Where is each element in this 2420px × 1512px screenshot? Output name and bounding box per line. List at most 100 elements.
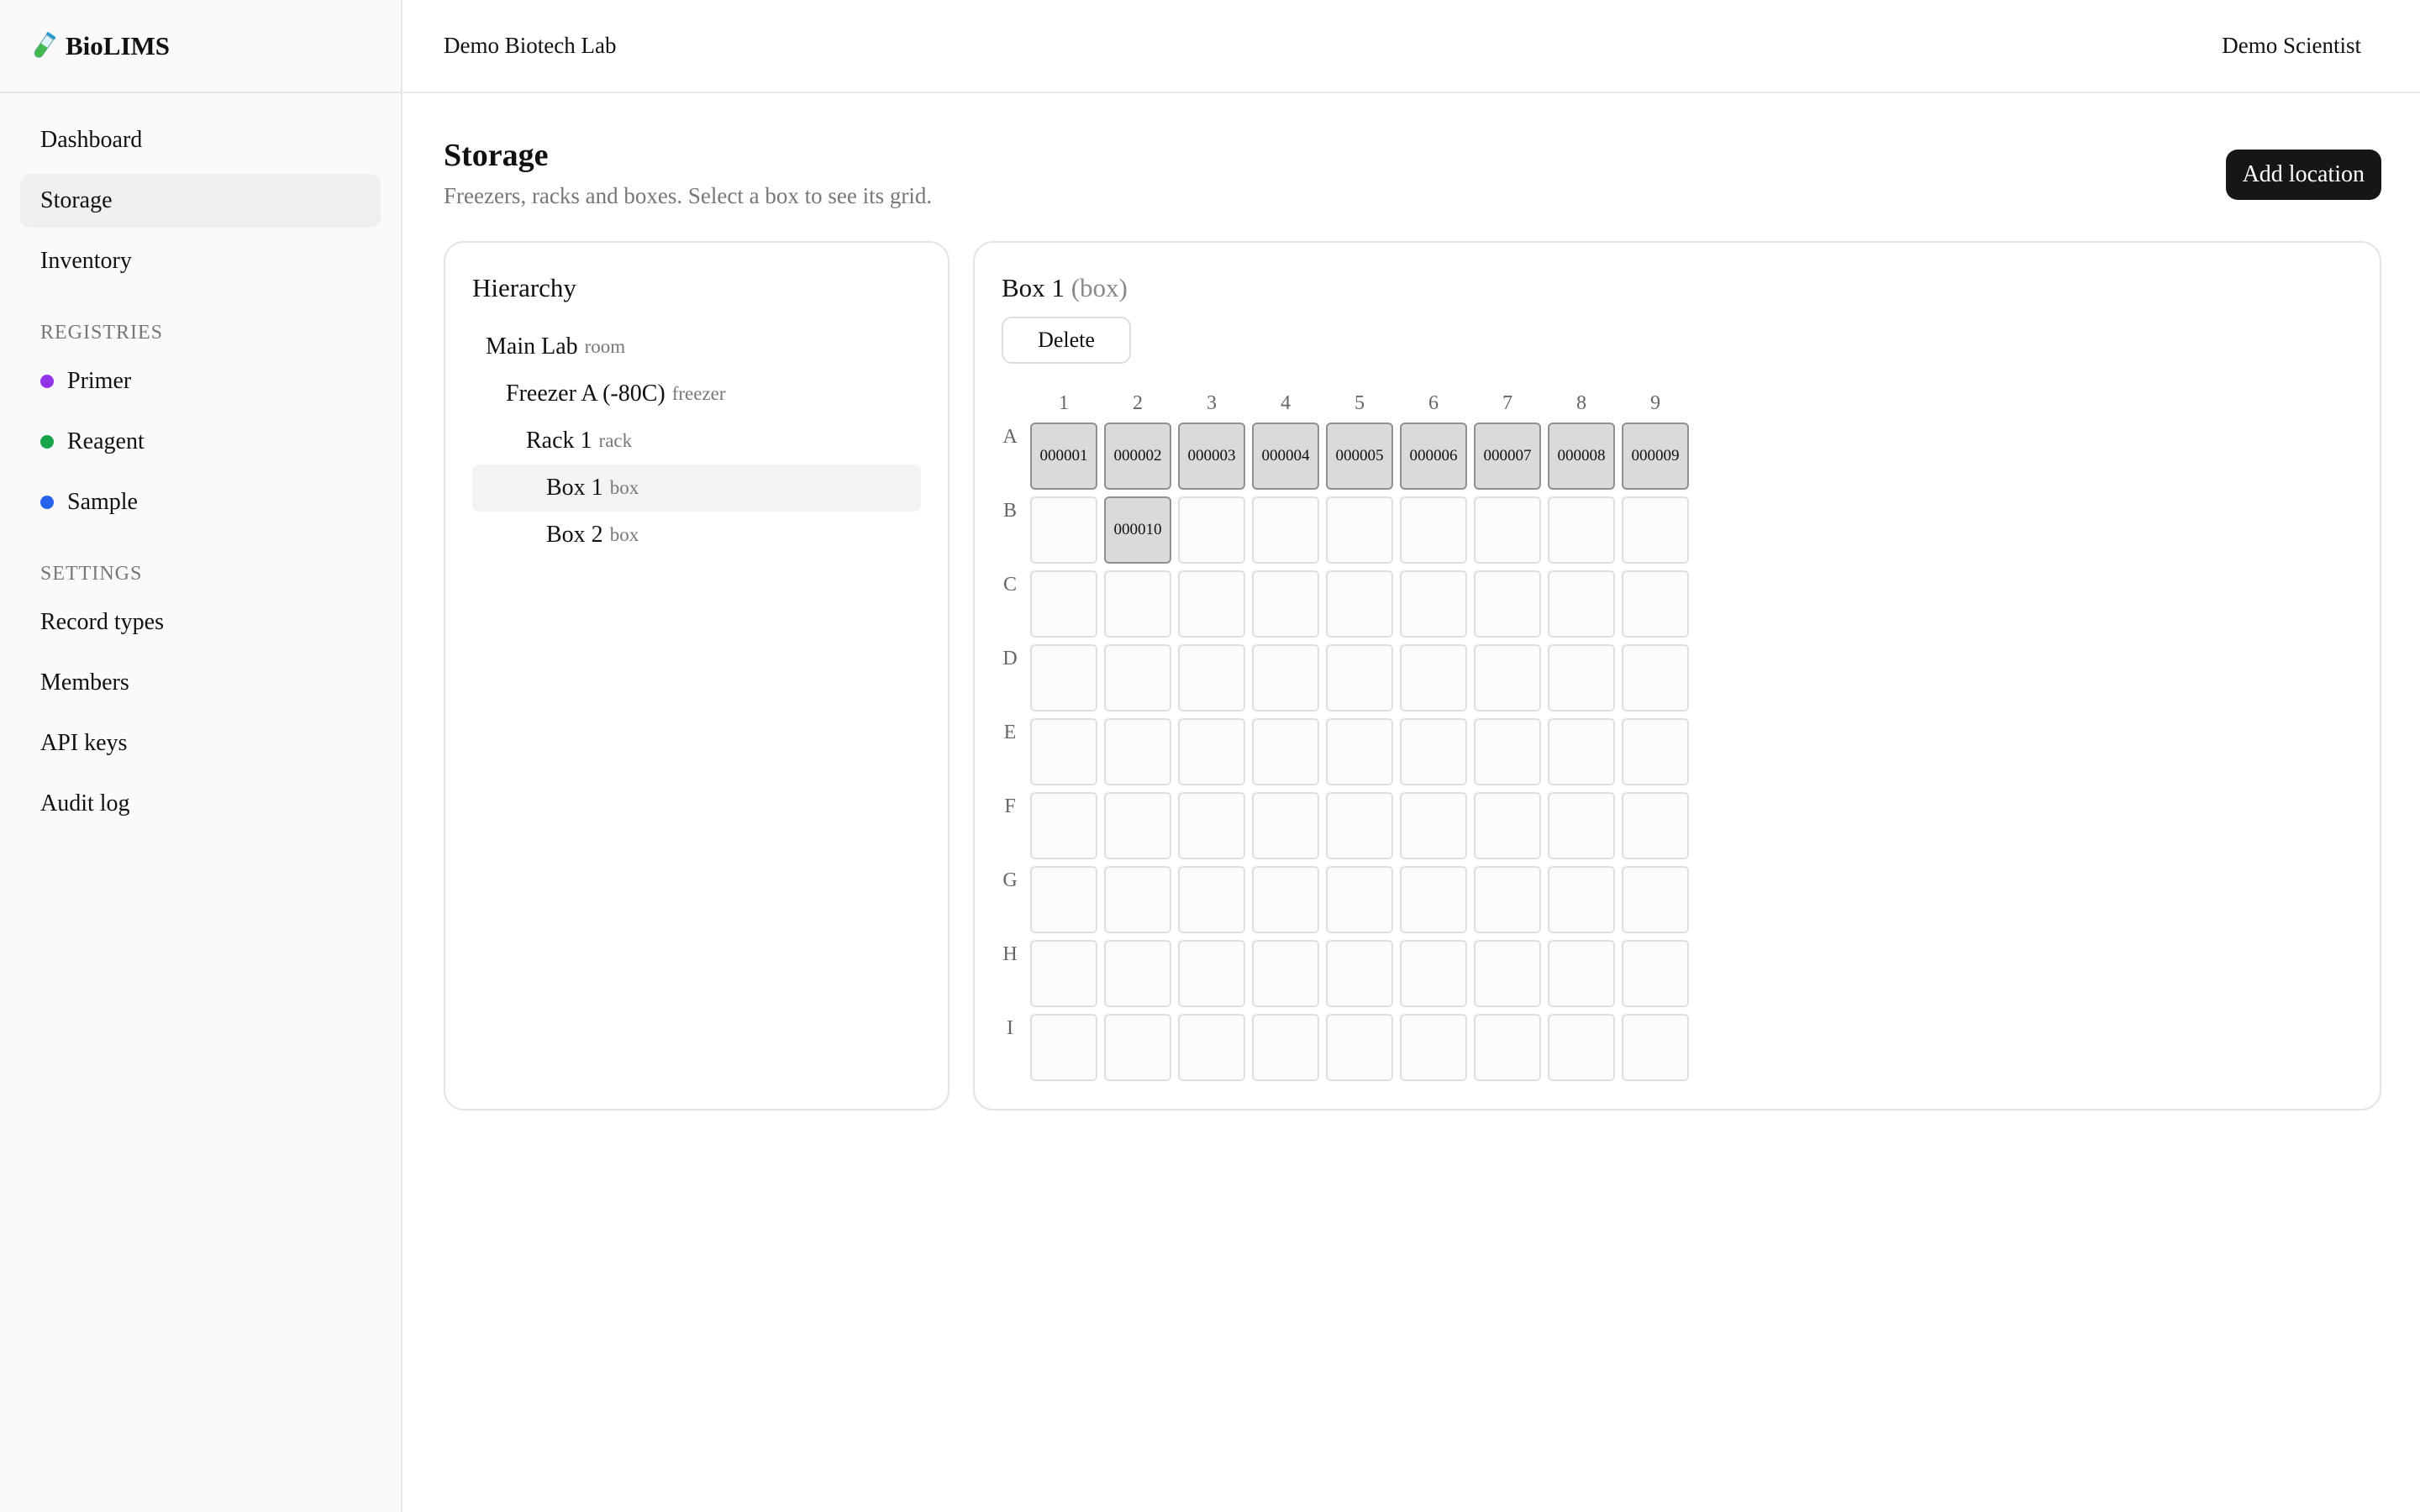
grid-cell-i6[interactable] [1400,1014,1467,1081]
grid-cell-g9[interactable] [1622,866,1689,933]
grid-cell-h7[interactable] [1474,940,1541,1007]
grid-cell-d2[interactable] [1104,644,1171,711]
grid-cell-e3[interactable] [1178,718,1245,785]
grid-cell-h2[interactable] [1104,940,1171,1007]
add-location-button[interactable]: Add location [2225,150,2381,200]
brand[interactable]: BioLIMS [0,0,401,93]
grid-cell-d5[interactable] [1326,644,1393,711]
grid-cell-g3[interactable] [1178,866,1245,933]
sidebar-item-inventory[interactable]: Inventory [20,234,381,288]
grid-cell-b7[interactable] [1474,496,1541,564]
grid-cell-h3[interactable] [1178,940,1245,1007]
grid-cell-e5[interactable] [1326,718,1393,785]
grid-cell-a7[interactable]: 000007 [1474,423,1541,490]
grid-cell-f1[interactable] [1030,792,1097,859]
grid-cell-e1[interactable] [1030,718,1097,785]
grid-cell-c3[interactable] [1178,570,1245,638]
grid-cell-e7[interactable] [1474,718,1541,785]
grid-cell-c8[interactable] [1548,570,1615,638]
sidebar-item-members[interactable]: Members [20,656,381,710]
sidebar-item-record-types[interactable]: Record types [20,596,381,649]
grid-cell-i4[interactable] [1252,1014,1319,1081]
grid-cell-e6[interactable] [1400,718,1467,785]
grid-cell-i9[interactable] [1622,1014,1689,1081]
sidebar-item-api-keys[interactable]: API keys [20,717,381,770]
grid-cell-g1[interactable] [1030,866,1097,933]
grid-cell-c9[interactable] [1622,570,1689,638]
grid-cell-b1[interactable] [1030,496,1097,564]
tree-node-box-2[interactable]: Box 2 box [472,512,921,559]
grid-cell-i8[interactable] [1548,1014,1615,1081]
grid-cell-a3[interactable]: 000003 [1178,423,1245,490]
grid-cell-f4[interactable] [1252,792,1319,859]
grid-cell-a4[interactable]: 000004 [1252,423,1319,490]
grid-cell-f3[interactable] [1178,792,1245,859]
grid-cell-c7[interactable] [1474,570,1541,638]
grid-cell-a6[interactable]: 000006 [1400,423,1467,490]
grid-cell-b5[interactable] [1326,496,1393,564]
grid-cell-a1[interactable]: 000001 [1030,423,1097,490]
grid-cell-i3[interactable] [1178,1014,1245,1081]
grid-cell-g2[interactable] [1104,866,1171,933]
grid-cell-b3[interactable] [1178,496,1245,564]
grid-cell-c1[interactable] [1030,570,1097,638]
grid-cell-b8[interactable] [1548,496,1615,564]
grid-cell-e2[interactable] [1104,718,1171,785]
grid-cell-i5[interactable] [1326,1014,1393,1081]
grid-cell-d3[interactable] [1178,644,1245,711]
sidebar-item-reagent[interactable]: Reagent [20,415,381,469]
org-name[interactable]: Demo Biotech Lab [444,33,616,59]
grid-cell-d7[interactable] [1474,644,1541,711]
grid-cell-h8[interactable] [1548,940,1615,1007]
grid-cell-e4[interactable] [1252,718,1319,785]
grid-cell-d9[interactable] [1622,644,1689,711]
grid-cell-b4[interactable] [1252,496,1319,564]
grid-cell-g8[interactable] [1548,866,1615,933]
sidebar-item-storage[interactable]: Storage [20,174,381,228]
grid-cell-c2[interactable] [1104,570,1171,638]
grid-cell-g7[interactable] [1474,866,1541,933]
sidebar-item-primer[interactable]: Primer [20,354,381,408]
grid-cell-i1[interactable] [1030,1014,1097,1081]
tree-node-box-1[interactable]: Box 1 box [472,465,921,512]
sidebar-item-dashboard[interactable]: Dashboard [20,113,381,167]
delete-button[interactable]: Delete [1002,317,1131,364]
grid-cell-e8[interactable] [1548,718,1615,785]
grid-cell-a8[interactable]: 000008 [1548,423,1615,490]
grid-cell-d8[interactable] [1548,644,1615,711]
grid-cell-c6[interactable] [1400,570,1467,638]
tree-node-freezer-a-80c[interactable]: Freezer A (-80C) freezer [472,370,921,417]
grid-cell-b6[interactable] [1400,496,1467,564]
grid-cell-i2[interactable] [1104,1014,1171,1081]
grid-cell-h1[interactable] [1030,940,1097,1007]
grid-cell-h5[interactable] [1326,940,1393,1007]
grid-cell-b9[interactable] [1622,496,1689,564]
grid-cell-f7[interactable] [1474,792,1541,859]
grid-cell-c4[interactable] [1252,570,1319,638]
grid-cell-f6[interactable] [1400,792,1467,859]
tree-node-main-lab[interactable]: Main Lab room [472,323,921,370]
grid-cell-h4[interactable] [1252,940,1319,1007]
grid-cell-e9[interactable] [1622,718,1689,785]
grid-cell-f2[interactable] [1104,792,1171,859]
grid-cell-b2[interactable]: 000010 [1104,496,1171,564]
grid-cell-a9[interactable]: 000009 [1622,423,1689,490]
grid-cell-f9[interactable] [1622,792,1689,859]
tree-node-rack-1[interactable]: Rack 1 rack [472,417,921,465]
grid-cell-d1[interactable] [1030,644,1097,711]
grid-cell-f8[interactable] [1548,792,1615,859]
grid-cell-h6[interactable] [1400,940,1467,1007]
grid-cell-i7[interactable] [1474,1014,1541,1081]
grid-cell-h9[interactable] [1622,940,1689,1007]
grid-cell-g6[interactable] [1400,866,1467,933]
grid-cell-g4[interactable] [1252,866,1319,933]
grid-cell-a2[interactable]: 000002 [1104,423,1171,490]
grid-cell-f5[interactable] [1326,792,1393,859]
grid-cell-d6[interactable] [1400,644,1467,711]
grid-cell-a5[interactable]: 000005 [1326,423,1393,490]
grid-cell-g5[interactable] [1326,866,1393,933]
sidebar-item-audit-log[interactable]: Audit log [20,777,381,831]
grid-cell-c5[interactable] [1326,570,1393,638]
sidebar-item-sample[interactable]: Sample [20,475,381,529]
user-menu[interactable]: Demo Scientist [2222,33,2361,59]
